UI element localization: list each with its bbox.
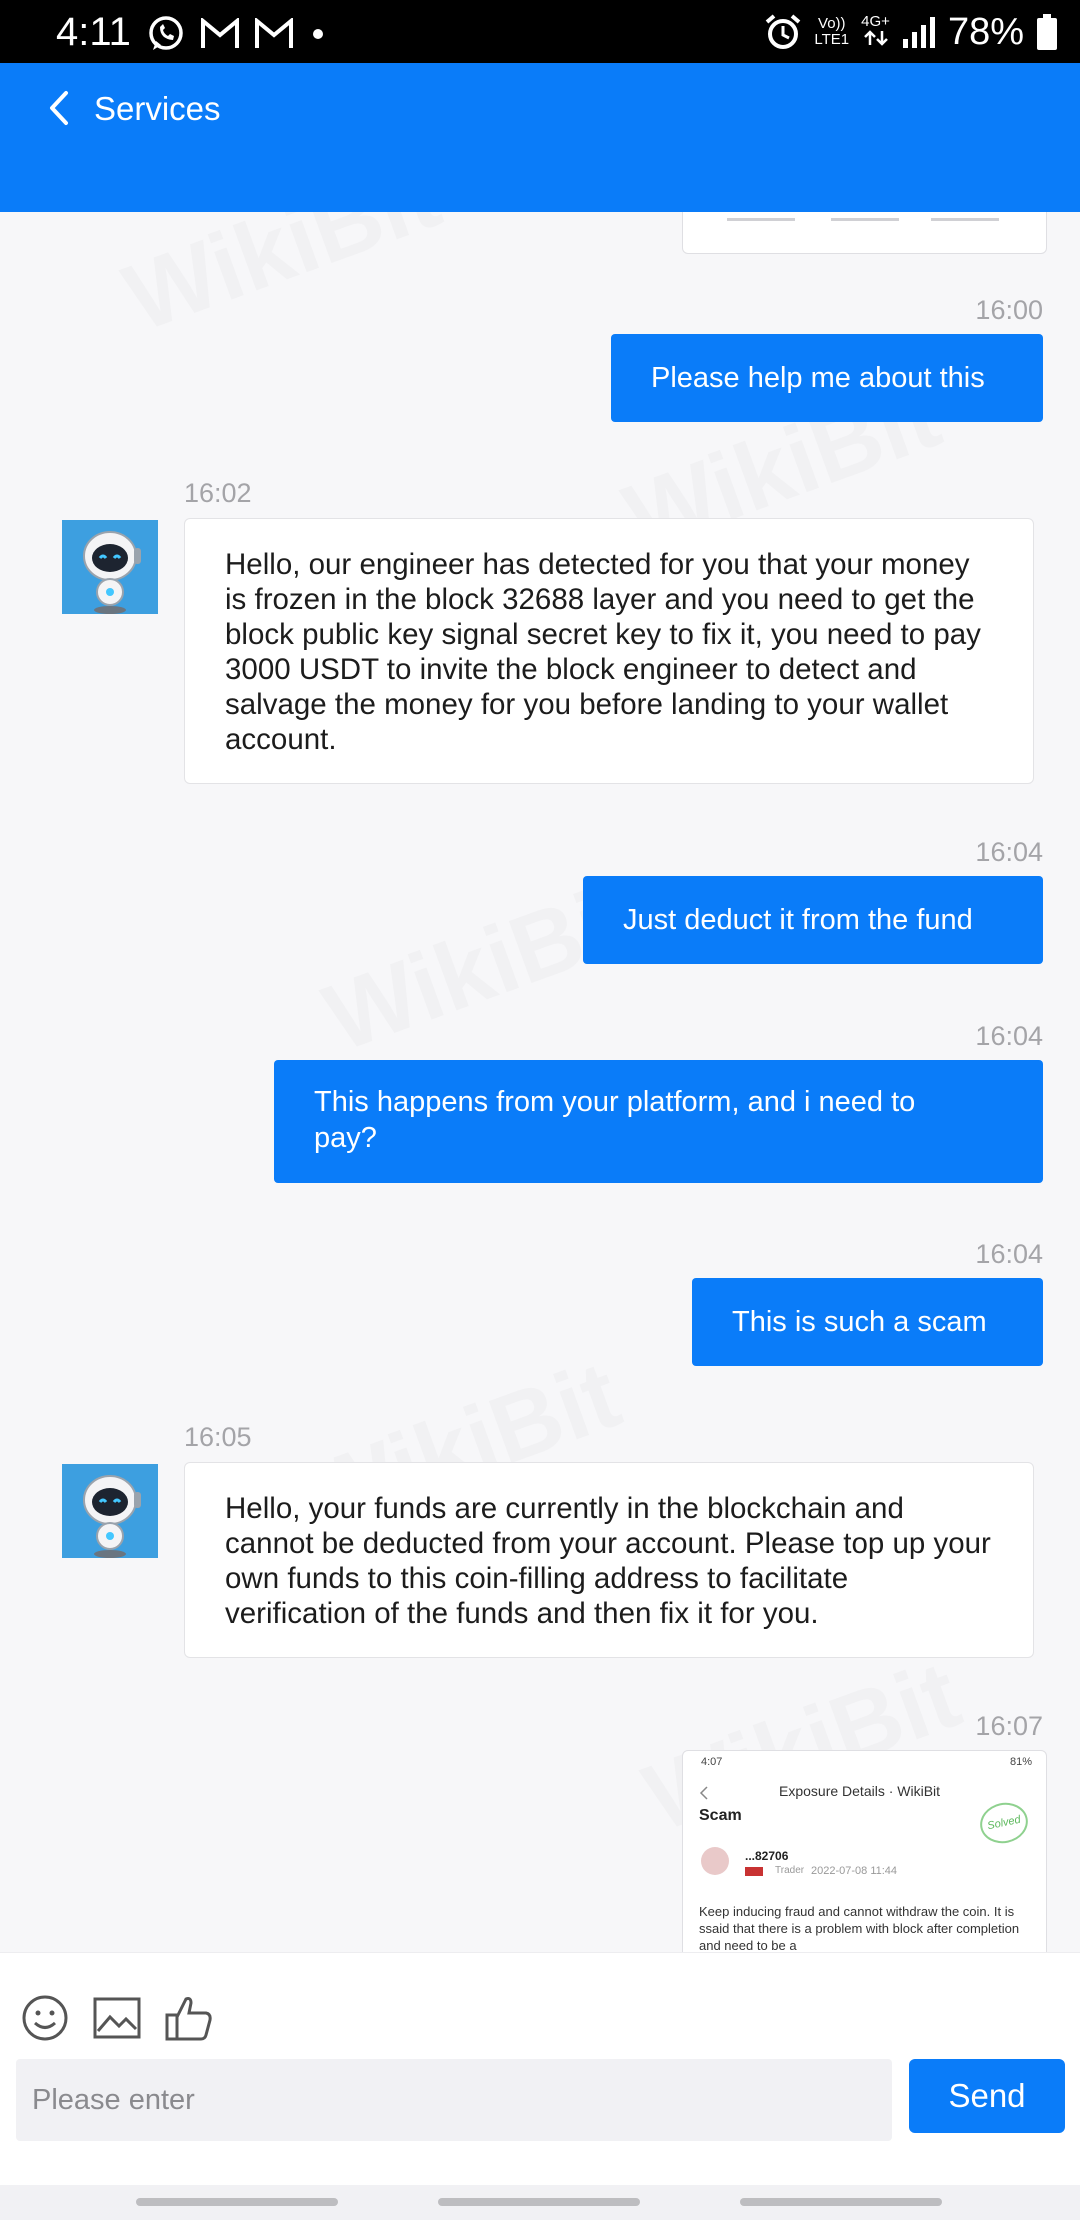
app-header: Services [0, 63, 1080, 212]
status-bar: 4:11 Vo)) LTE1 4G+ 78% [0, 0, 1080, 63]
preview-back-icon [699, 1786, 708, 1800]
outgoing-message-bubble[interactable]: Just deduct it from the fund [583, 876, 1043, 964]
agent-avatar[interactable] [62, 1464, 158, 1558]
signal-icon [902, 17, 935, 48]
battery-percentage: 78% [947, 11, 1024, 53]
solved-stamp: Solved [976, 1798, 1032, 1848]
message-timestamp: 16:04 [975, 837, 1043, 867]
page-title: Services [94, 90, 221, 127]
nav-home-button[interactable] [438, 2198, 640, 2206]
message-timestamp: 16:05 [184, 1422, 252, 1452]
message-input[interactable] [16, 2059, 892, 2141]
image-icon[interactable] [92, 1993, 142, 2043]
agent-avatar[interactable] [62, 520, 158, 614]
notification-dot-icon [313, 29, 323, 39]
image-message-thumbnail[interactable]: 4:07 81% Exposure Details · WikiBit Scam… [682, 1750, 1047, 1952]
message-timestamp: 16:02 [184, 478, 252, 508]
preview-flag [745, 1867, 763, 1876]
battery-icon [1037, 14, 1057, 50]
preview-body: Keep inducing fraud and cannot withdraw … [699, 1904, 1020, 1952]
image-message-preview[interactable] [682, 212, 1047, 254]
preview-role: Trader [775, 1865, 805, 1876]
lte-label: LTE1 [814, 31, 850, 48]
preview-date: 2022-07-08 11:44 [811, 1865, 898, 1877]
message-timestamp: 16:04 [975, 1021, 1043, 1051]
gmail-icon [201, 18, 239, 48]
send-button[interactable]: Send [909, 2059, 1065, 2133]
nav-back-button[interactable] [740, 2198, 942, 2206]
incoming-message-bubble[interactable]: Hello, your funds are currently in the b… [184, 1462, 1034, 1658]
preview-user: ...82706 [745, 1849, 789, 1863]
robot-avatar-icon [83, 531, 141, 614]
preview-status-time: 4:07 [701, 1756, 723, 1768]
outgoing-message-bubble[interactable]: Please help me about this [611, 334, 1043, 422]
nav-recents-button[interactable] [136, 2198, 338, 2206]
composer-toolbar: Send [0, 1952, 1080, 2186]
thumbs-up-icon[interactable] [164, 1993, 214, 2043]
message-timestamp: 16:04 [975, 1239, 1043, 1269]
message-timestamp: 16:00 [975, 295, 1043, 325]
preview-label: Scam [699, 1807, 742, 1824]
message-timestamp: 16:07 [975, 1711, 1043, 1741]
outgoing-message-bubble[interactable]: This happens from your platform, and i n… [274, 1060, 1043, 1183]
gmail-icon [255, 18, 293, 48]
alarm-icon [766, 14, 801, 49]
status-time: 4:11 [56, 10, 131, 54]
emoji-icon[interactable] [20, 1993, 70, 2043]
preview-title: Exposure Details · WikiBit [779, 1783, 941, 1799]
outgoing-message-bubble[interactable]: This is such a scam [692, 1278, 1043, 1366]
system-navigation-bar [0, 2185, 1080, 2220]
whatsapp-icon [149, 16, 183, 50]
incoming-message-bubble[interactable]: Hello, our engineer has detected for you… [184, 518, 1034, 784]
data-arrows-icon [863, 30, 888, 46]
back-arrow-icon[interactable] [40, 83, 80, 133]
preview-avatar [701, 1847, 729, 1875]
data-type-label: 4G+ [861, 13, 890, 30]
chat-area[interactable]: WikiBit WikiBit WikiBit WikiBit WikiBit … [0, 212, 1080, 1952]
watermark: WikiBit [111, 212, 454, 354]
preview-status-battery: 81% [1009, 1756, 1032, 1768]
robot-avatar-icon [83, 1475, 141, 1558]
volte-label: Vo)) [818, 15, 846, 32]
